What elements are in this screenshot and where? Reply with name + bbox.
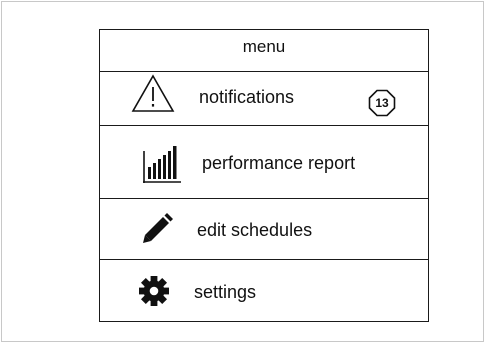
menu-item-label: settings	[194, 282, 257, 302]
menu-title: menu	[242, 37, 286, 56]
gear-icon	[138, 275, 170, 307]
menu-item-notifications[interactable]: notifications 13	[100, 72, 428, 125]
badge-count: 13	[375, 96, 389, 110]
menu-item-edit-schedules[interactable]: edit schedules	[100, 199, 428, 259]
warning-icon	[131, 74, 175, 114]
menu-item-performance-report[interactable]: performance report	[100, 126, 428, 198]
pencil-icon	[141, 211, 175, 245]
menu-panel: menu notifications 13 performance report…	[99, 29, 429, 322]
menu-item-label: performance report	[202, 153, 356, 173]
notification-count-badge: 13	[368, 89, 396, 117]
bar-chart-icon	[141, 143, 183, 185]
menu-item-settings[interactable]: settings	[100, 260, 428, 320]
menu-item-label: edit schedules	[197, 220, 313, 240]
menu-item-label: notifications	[199, 87, 295, 107]
